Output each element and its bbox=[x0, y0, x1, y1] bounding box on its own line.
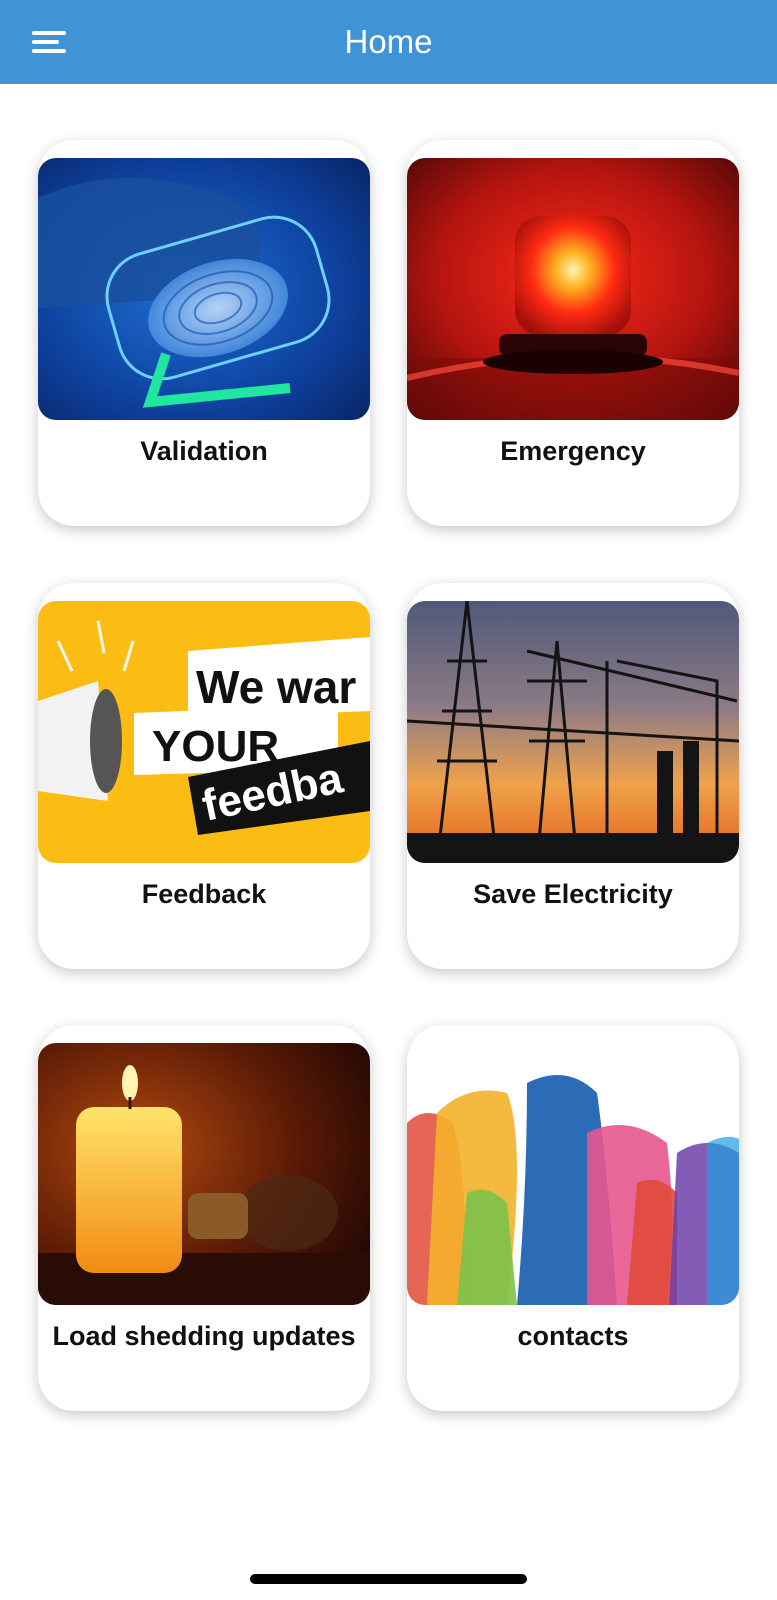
tile-label: Validation bbox=[140, 436, 268, 466]
banner-text-line-2: YOUR bbox=[152, 722, 279, 771]
red-alarm-siren-image bbox=[407, 158, 739, 420]
banner-text-line-1: We war bbox=[196, 661, 356, 713]
tile-load-shedding-updates[interactable]: Load shedding updates bbox=[38, 1025, 370, 1411]
tile-validation[interactable]: Validation bbox=[38, 140, 370, 526]
page-title: Home bbox=[344, 23, 433, 60]
home-indicator[interactable] bbox=[250, 1574, 527, 1584]
we-want-your-feedback-banner-image: We war YOUR feedba bbox=[38, 601, 370, 863]
candle-and-lightbulb-image bbox=[38, 1043, 370, 1305]
fingerprint-scan-image bbox=[38, 158, 370, 420]
power-lines-sunset-image bbox=[407, 601, 739, 863]
tile-save-electricity[interactable]: Save Electricity bbox=[407, 583, 739, 969]
app-header: Home bbox=[0, 0, 777, 84]
tile-contacts[interactable]: contacts bbox=[407, 1025, 739, 1411]
tile-emergency[interactable]: Emergency bbox=[407, 140, 739, 526]
tile-label: Emergency bbox=[500, 436, 646, 466]
colorful-people-silhouettes-image bbox=[407, 1043, 739, 1305]
tile-label: Load shedding updates bbox=[52, 1321, 356, 1351]
tile-label: contacts bbox=[517, 1321, 629, 1351]
tile-label: Feedback bbox=[141, 879, 267, 909]
tile-label: Save Electricity bbox=[473, 879, 673, 909]
tile-feedback[interactable]: We war YOUR feedba Feedback bbox=[38, 583, 370, 969]
